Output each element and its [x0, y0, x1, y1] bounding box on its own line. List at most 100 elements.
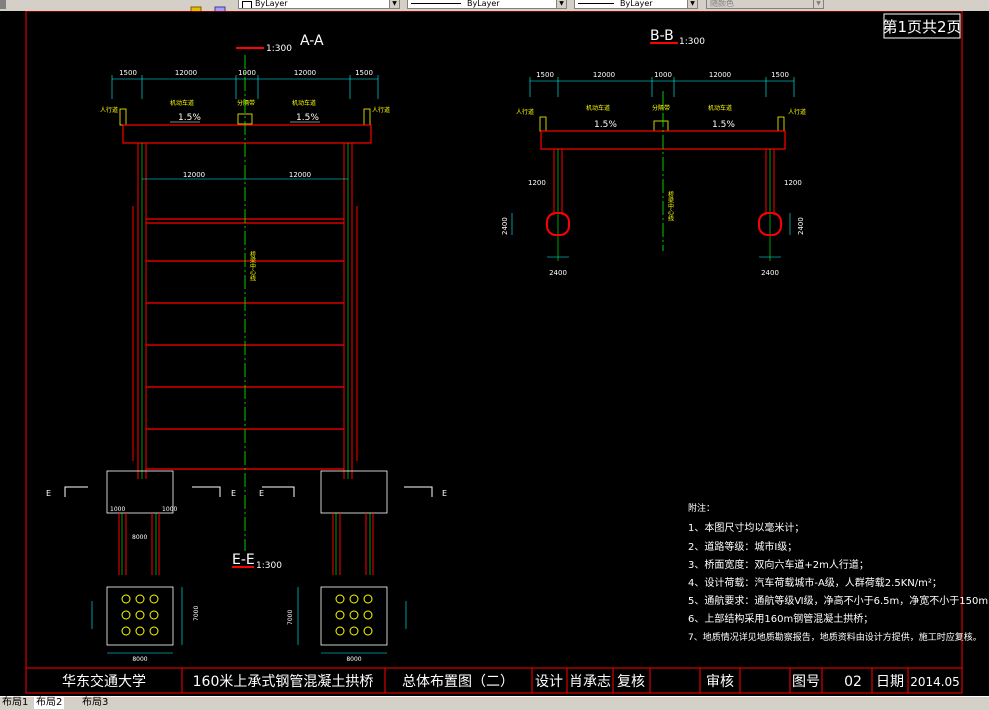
- ee-dim-left-height: 7000: [193, 606, 200, 621]
- aa-dim-mid-right: 12000: [289, 171, 311, 179]
- aa-dim-pier-left-bottom: 8000: [132, 534, 147, 541]
- tb-number-label: 图号: [792, 674, 820, 690]
- ee-dim-left-width: 8000: [132, 656, 147, 663]
- aa-slope-left: 1.5%: [178, 113, 201, 123]
- section-ee-title: E-E: [232, 552, 255, 568]
- layer-icon[interactable]: [0, 0, 6, 9]
- aa-sidewalk-right-label: 人行道: [372, 106, 390, 114]
- chevron-down-icon[interactable]: ▼: [813, 0, 823, 8]
- aa-dim-top-center: 1000: [238, 69, 256, 77]
- bb-dim-top-left-edge: 1500: [536, 71, 554, 79]
- aa-centerline-label: 桥梁中心线: [249, 250, 256, 281]
- tab-layout3[interactable]: 布局3: [80, 697, 110, 709]
- e-section-marks: [64, 486, 433, 497]
- note-5: 5、通航要求：通航等级Ⅵ级，净高不小于6.5m，净宽不小于150m；: [688, 594, 989, 607]
- chevron-down-icon[interactable]: ▼: [556, 0, 566, 8]
- aa-sidewalk-left-label: 人行道: [100, 106, 118, 114]
- bb-dim-left-width: 2400: [549, 269, 567, 277]
- bb-dim-top-right-edge: 1500: [771, 71, 789, 79]
- e-mark-3: E: [259, 489, 264, 498]
- tab-layout2[interactable]: 布局2: [34, 697, 65, 709]
- aa-foundation-left: [106, 470, 174, 575]
- note-2: 2、道路等级：城市Ⅰ级；: [688, 540, 797, 553]
- note-4: 4、设计荷载：汽车荷载城市-A级，人群荷载2.5KN/m²；: [688, 576, 942, 589]
- tb-review-label: 审核: [706, 674, 734, 690]
- bb-columns: [553, 149, 775, 215]
- tb-number: 02: [844, 674, 862, 690]
- plotstyle-dropdown[interactable]: 随颜色 ▼: [706, 0, 824, 9]
- bb-dim-left-col: 1200: [528, 179, 546, 187]
- tab-layout1[interactable]: 布局1: [0, 697, 30, 709]
- layout-tab-bar: 布局1 布局2 布局3: [0, 696, 989, 710]
- ee-dimension-lines: [91, 587, 407, 654]
- bb-centerline-label: 桥梁中心线: [667, 190, 674, 221]
- ee-pile-cap-right: [320, 586, 388, 646]
- section-aa-title: A-A: [300, 33, 324, 49]
- chevron-down-icon[interactable]: ▼: [389, 0, 399, 8]
- linetype-dropdown-value: ByLayer: [467, 0, 500, 8]
- layer-state-icon[interactable]: [190, 0, 202, 11]
- aa-slope-right: 1.5%: [296, 113, 319, 123]
- bb-top-dimension-line: [529, 77, 795, 97]
- bb-slope-left: 1.5%: [594, 120, 617, 130]
- aa-dim-pier-left-b: 1000: [162, 506, 177, 513]
- chevron-down-icon[interactable]: ▼: [687, 0, 697, 8]
- tb-check-label: 复核: [617, 673, 645, 690]
- e-mark-2: E: [231, 489, 236, 498]
- e-mark-1: E: [46, 489, 51, 498]
- note-3: 3、桥面宽度：双向六车道+2m人行道；: [688, 558, 869, 571]
- e-mark-4: E: [442, 489, 447, 498]
- bb-dim-right-col: 1200: [784, 179, 802, 187]
- note-7: 7、地质情况详见地质勘察报告，地质资料由设计方提供，施工时应复核。: [688, 631, 982, 643]
- layer-previous-icon[interactable]: [214, 0, 226, 11]
- aa-dim-top-left-edge: 1500: [119, 69, 137, 77]
- ee-pile-cap-left: [106, 586, 174, 646]
- note-6: 6、上部结构采用160m钢管混凝土拱桥；: [688, 612, 873, 625]
- bb-sidewalk-left-label: 人行道: [516, 108, 534, 116]
- aa-lane-left-label: 机动车道: [170, 99, 194, 107]
- ee-dim-right-height: 7000: [287, 610, 294, 625]
- bb-median-label: 分隔带: [652, 104, 670, 112]
- bb-dim-top-center: 1000: [654, 71, 672, 79]
- tb-date-label: 日期: [876, 674, 904, 690]
- drawing-canvas[interactable]: 第1页共2页 A-A 1:300 1500 12000 1000 12000 1…: [0, 11, 989, 696]
- section-aa-scale: 1:300: [266, 44, 292, 54]
- bb-sidewalk-right-label: 人行道: [788, 108, 806, 116]
- linetype-dropdown[interactable]: ByLayer ▼: [407, 0, 567, 9]
- bb-dim-left-height: 2400: [501, 217, 509, 235]
- tb-drawing-name: 总体布置图（二）: [402, 674, 514, 690]
- aa-dim-top-right: 12000: [294, 69, 316, 77]
- bb-lane-right-label: 机动车道: [708, 104, 732, 112]
- lineweight-dropdown-value: ByLayer: [620, 0, 653, 8]
- aa-dim-top-left: 12000: [175, 69, 197, 77]
- lineweight-dropdown[interactable]: ByLayer ▼: [574, 0, 698, 9]
- tb-date: 2014.05: [910, 675, 960, 689]
- aa-foundation-right: [320, 470, 388, 575]
- bb-slope-right: 1.5%: [712, 120, 735, 130]
- section-bb-scale: 1:300: [679, 37, 705, 47]
- color-swatch: [242, 1, 252, 8]
- section-bb-title: B-B: [650, 28, 674, 44]
- color-dropdown[interactable]: ByLayer ▼: [238, 0, 400, 9]
- notes-block: 附注： 1、本图尺寸均以毫米计； 2、道路等级：城市Ⅰ级； 3、桥面宽度：双向六…: [688, 502, 989, 643]
- lineweight-line-icon: [578, 3, 614, 4]
- tb-designer: 肖承志: [569, 674, 611, 690]
- aa-lane-right-label: 机动车道: [292, 99, 316, 107]
- plotstyle-dropdown-value: 随颜色: [710, 0, 734, 8]
- section-ee-scale: 1:300: [256, 561, 282, 571]
- aa-median-label: 分隔带: [237, 99, 255, 107]
- page-label: 第1页共2页: [882, 18, 961, 36]
- aa-dim-top-right-edge: 1500: [355, 69, 373, 77]
- bb-dim-top-right: 12000: [709, 71, 731, 79]
- tb-project: 160米上承式钢管混凝土拱桥: [193, 674, 374, 690]
- color-dropdown-value: ByLayer: [255, 0, 288, 8]
- note-1: 1、本图尺寸均以毫米计；: [688, 521, 804, 534]
- tb-university: 华东交通大学: [62, 673, 146, 690]
- sheet-border: [25, 11, 963, 694]
- title-block: 华东交通大学 160米上承式钢管混凝土拱桥 总体布置图（二） 设计 肖承志 复核…: [25, 667, 963, 694]
- linetype-line-icon: [411, 3, 461, 4]
- bb-deck: 人行道 机动车道 分隔带 机动车道 人行道 1.5% 1.5%: [516, 104, 806, 150]
- bb-dim-right-width: 2400: [761, 269, 779, 277]
- bb-lane-left-label: 机动车道: [586, 104, 610, 112]
- tb-design-label: 设计: [535, 674, 563, 690]
